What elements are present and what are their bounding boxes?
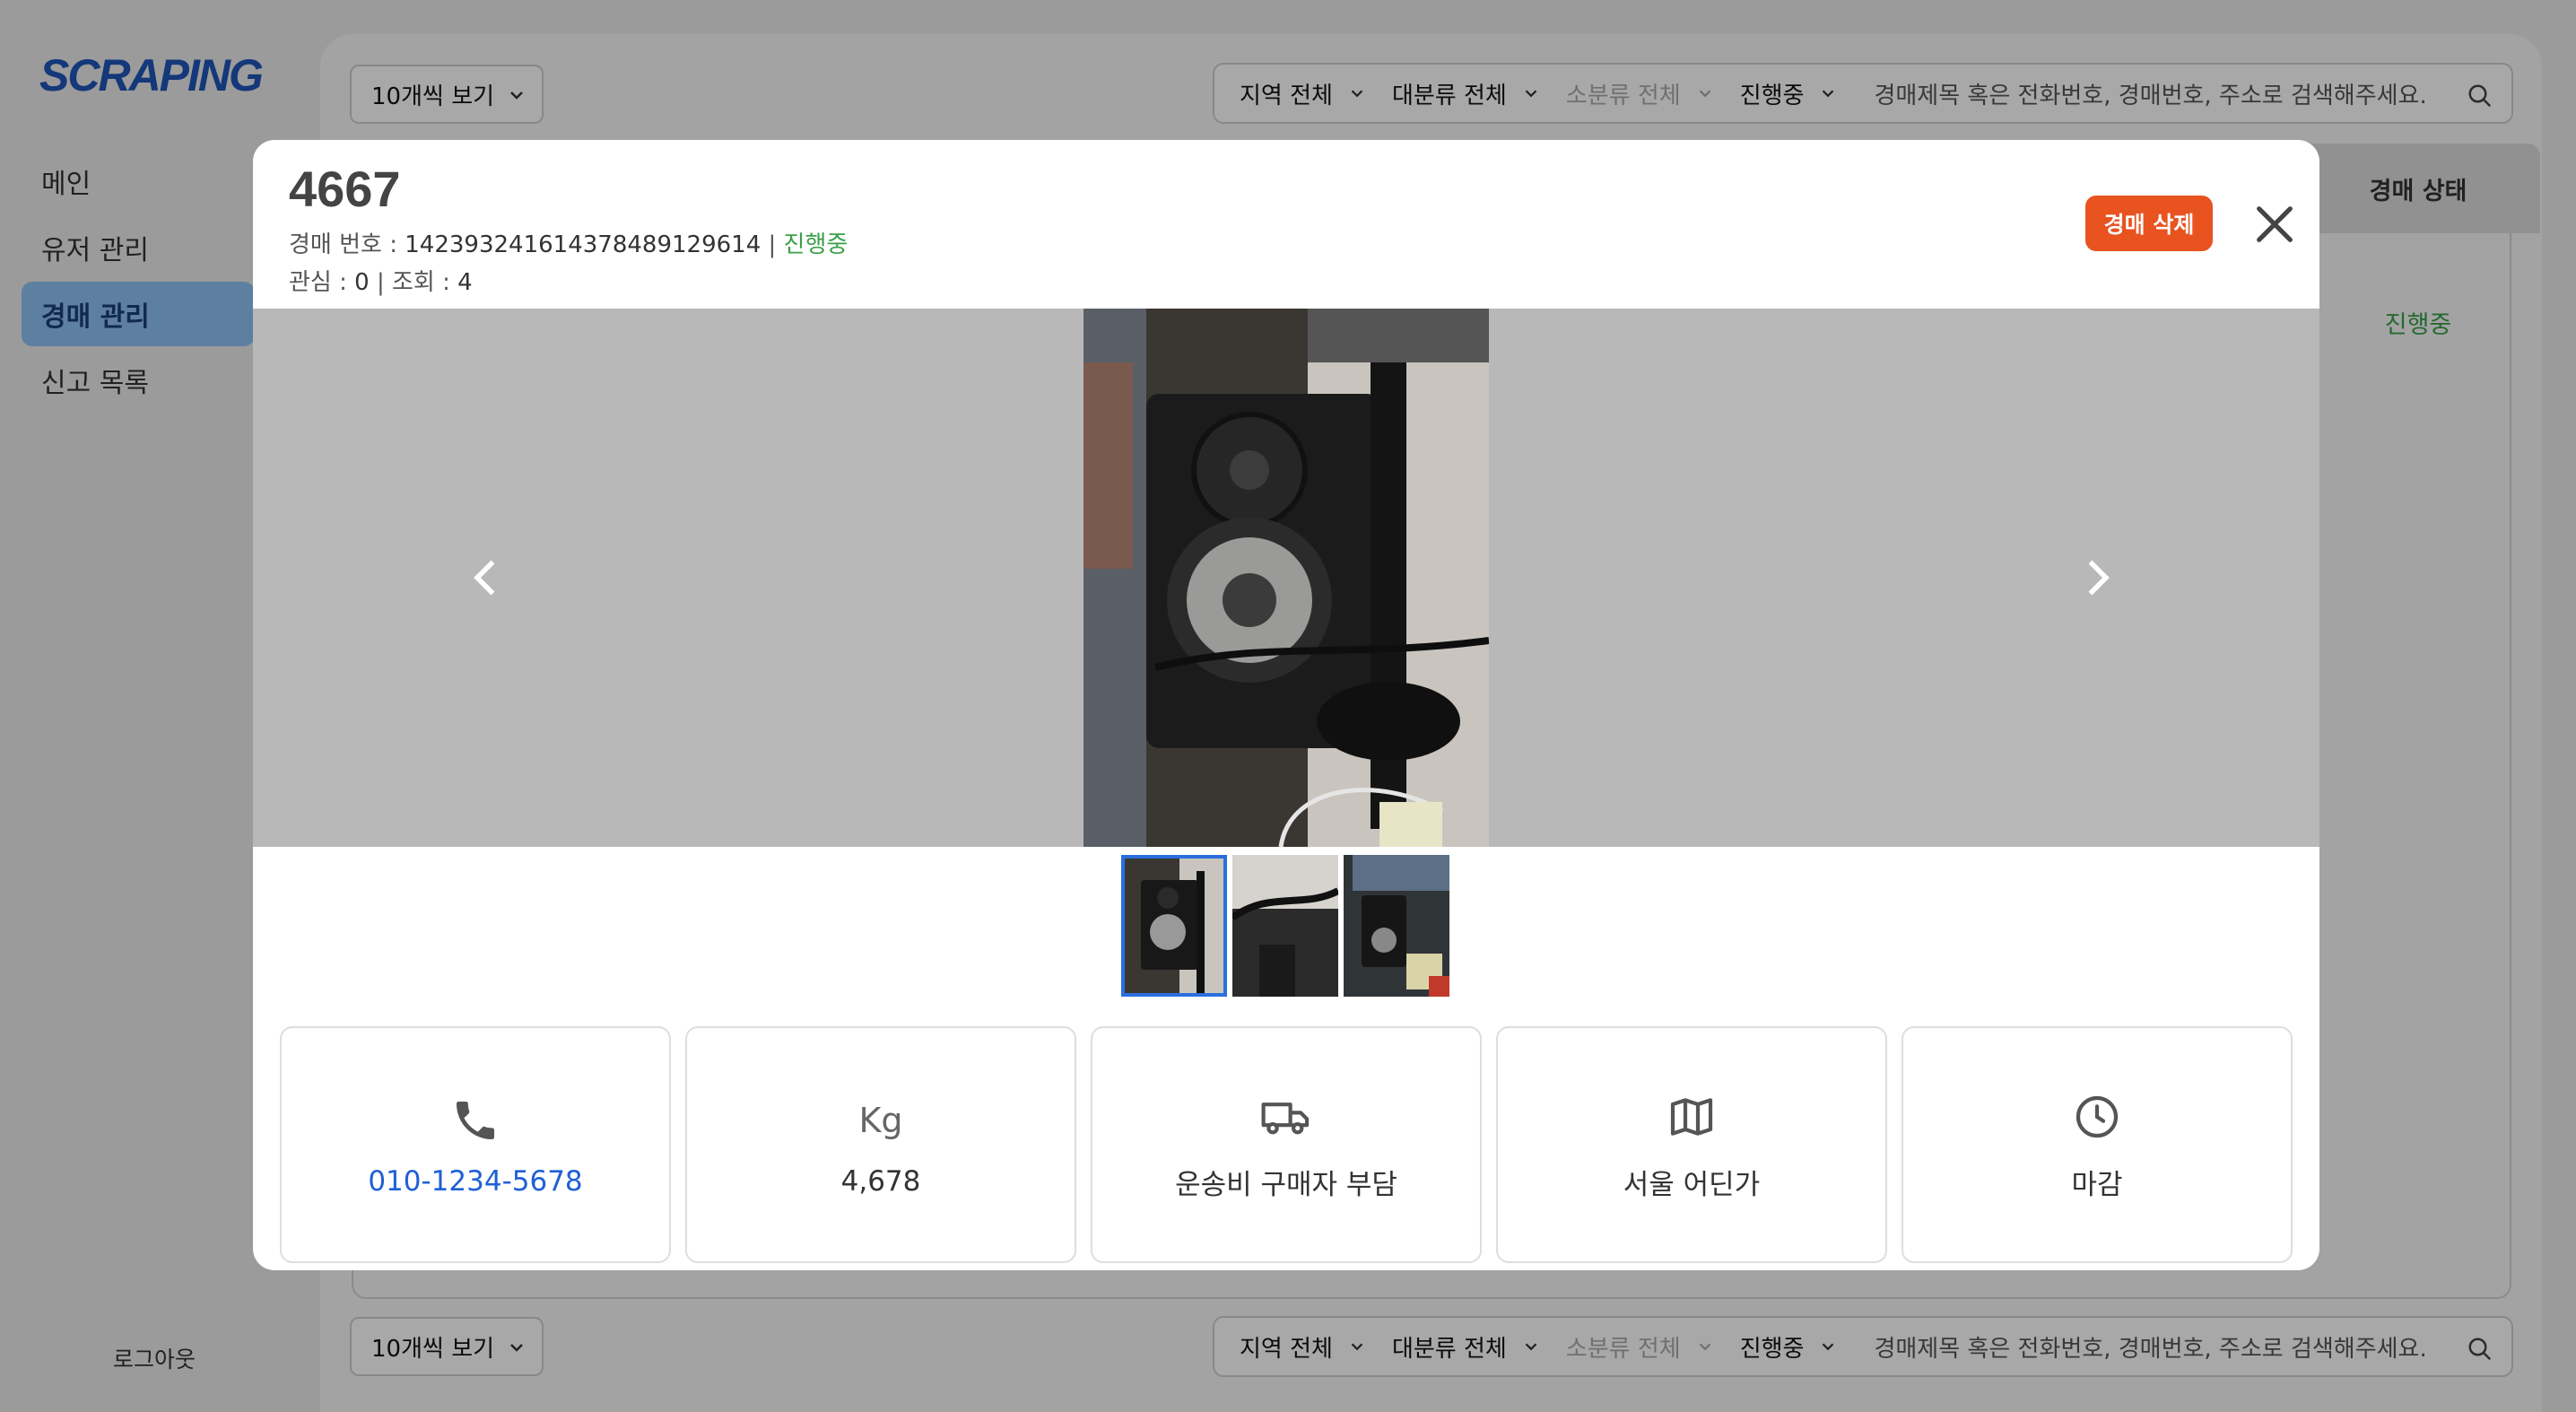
status-badge: 진행중 (783, 231, 849, 258)
image-gallery (253, 309, 2319, 847)
thumbnail-1[interactable] (1121, 855, 1227, 997)
phone-card: 010-1234-5678 (280, 1026, 671, 1263)
truck-icon (1261, 1102, 1310, 1134)
shipping-info: 운송비 구매자 부담 (1175, 1168, 1397, 1201)
auction-title: 4667 (289, 161, 401, 217)
views-label: 조회 : (391, 269, 458, 296)
auction-number-line: 경매 번호 : 142393241614378489129614 | 진행중 (289, 226, 848, 259)
shipping-card: 운송비 구매자 부담 (1091, 1026, 1482, 1263)
thumbnail-image (1121, 855, 1227, 997)
thumbnail-image (1232, 855, 1338, 997)
close-icon[interactable] (2251, 201, 2298, 248)
map-icon (1670, 1097, 1713, 1136)
weight-value: 4,678 (840, 1165, 921, 1198)
weight-unit-icon: Kg (858, 1101, 903, 1140)
delete-auction-button[interactable]: 경매 삭제 (2085, 196, 2213, 251)
phone-icon (457, 1102, 494, 1139)
auction-number: 142393241614378489129614 (405, 231, 761, 258)
weight-card: Kg 4,678 (685, 1026, 1076, 1263)
separator: | (369, 269, 392, 296)
thumbnail-3[interactable] (1344, 855, 1449, 997)
next-image-icon[interactable] (2070, 551, 2124, 605)
interest-label: 관심 : (289, 269, 355, 296)
deadline-value: 마감 (2071, 1168, 2123, 1201)
separator: | (761, 231, 784, 258)
location-card: 서울 어딘가 (1496, 1026, 1887, 1263)
thumbnail-2[interactable] (1232, 855, 1338, 997)
speaker-photo (1083, 309, 1489, 847)
main-photo (1083, 309, 1489, 847)
phone-number-link[interactable]: 010-1234-5678 (368, 1165, 582, 1198)
thumbnail-strip (1121, 855, 1449, 997)
stats-line: 관심 : 0 | 조회 : 4 (289, 264, 473, 297)
info-cards: 010-1234-5678 Kg 4,678 운송비 구매자 부담 서울 어딘가… (280, 1026, 2293, 1263)
views-count: 4 (457, 269, 473, 296)
clock-icon (2076, 1095, 2119, 1137)
previous-image-icon[interactable] (459, 551, 513, 605)
thumbnail-image (1344, 855, 1449, 997)
deadline-card: 마감 (1902, 1026, 2293, 1263)
interest-count: 0 (354, 269, 370, 296)
auction-detail-modal: 4667 경매 번호 : 142393241614378489129614 | … (253, 140, 2319, 1270)
location-value: 서울 어딘가 (1623, 1168, 1761, 1201)
auction-number-label: 경매 번호 : (289, 231, 405, 258)
